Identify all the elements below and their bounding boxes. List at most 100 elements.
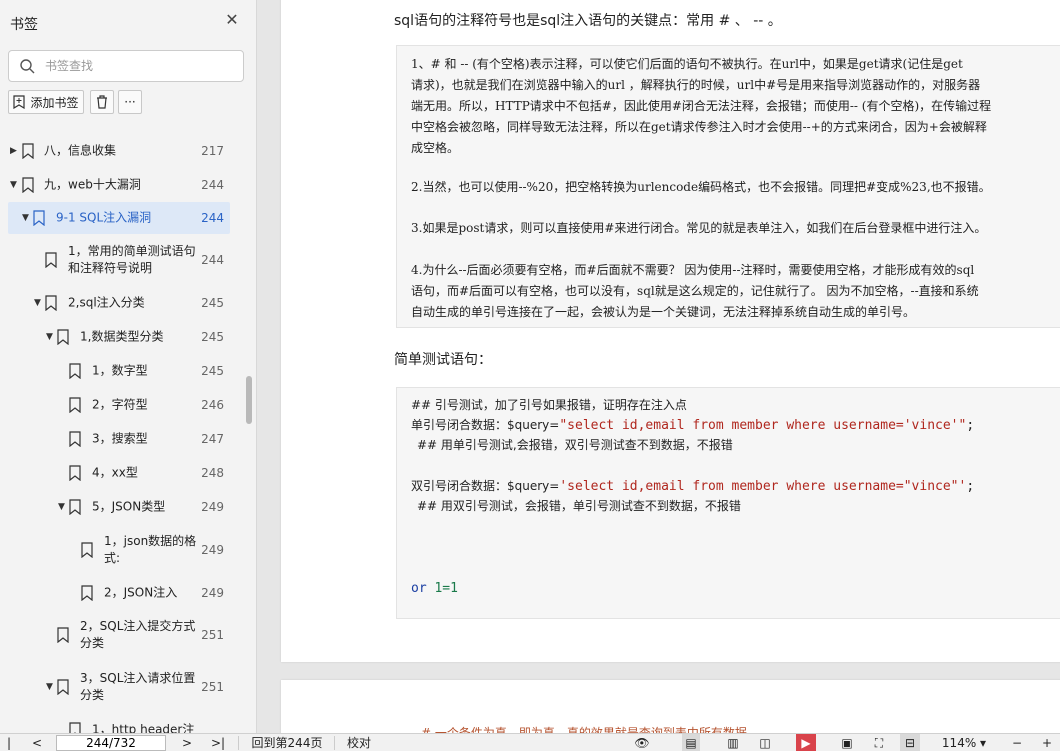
collapse-arrow-icon[interactable]: ▼ bbox=[46, 682, 56, 692]
bookmark-item[interactable]: ▼ 2,sql注入分类 245 bbox=[8, 286, 230, 320]
bookmark-item[interactable]: 2，JSON注入 249 bbox=[8, 576, 230, 610]
bookmark-label: 九，web十大漏洞 bbox=[44, 177, 141, 192]
bookmark-item[interactable]: 1，http header注 bbox=[8, 718, 230, 733]
bookmark-page: 244 bbox=[201, 178, 224, 192]
search-icon bbox=[20, 59, 35, 74]
expand-arrow-icon[interactable]: ▶ bbox=[10, 146, 20, 156]
code-text: ; bbox=[966, 479, 975, 494]
single-page-view-icon[interactable]: ▤ bbox=[682, 734, 700, 751]
bookmark-page: 251 bbox=[201, 680, 224, 694]
bookmark-icon bbox=[57, 329, 69, 345]
eye-icon[interactable]: 👁 bbox=[628, 734, 656, 751]
collapse-arrow-icon[interactable]: ▼ bbox=[10, 180, 20, 190]
zoom-in-icon[interactable]: + bbox=[1040, 734, 1054, 751]
quote-line: 语句，而#后面可以有空格，也可以没有，sql就是这么规定的，记住就行了。 因为不… bbox=[411, 284, 979, 298]
collapse-arrow-icon[interactable]: ▼ bbox=[46, 332, 56, 342]
bookmark-icon bbox=[81, 542, 93, 558]
bookmark-page: 248 bbox=[201, 466, 224, 480]
quote-line: 1、# 和 -- (有个空格)表示注释，可以使它们后面的语句不被执行。在url中… bbox=[411, 57, 963, 71]
status-bar: |< < > >| 回到第244页 校对 👁 ▤ ▥ ◫ ▶ ▣ ⛶ ⊟ 114… bbox=[0, 733, 1060, 751]
bookmark-page: 251 bbox=[201, 628, 224, 642]
fit-width-icon[interactable]: ▣ bbox=[838, 734, 856, 751]
bookmark-label: 1，数字型 bbox=[92, 363, 148, 378]
goto-page-button[interactable]: 回到第244页 bbox=[250, 734, 324, 751]
bookmark-page: 244 bbox=[201, 253, 224, 267]
bookmark-icon bbox=[69, 499, 81, 515]
bookmark-page: 249 bbox=[201, 500, 224, 514]
bookmark-search-box[interactable] bbox=[8, 50, 244, 82]
code-block: ## 引号测试，加了引号如果报错，证明存在注入点 单引号闭合数据：$query=… bbox=[396, 387, 1060, 619]
quote-line: 请求)，也就是我们在浏览器中输入的url ，解释执行的时候，url中#号是用来指… bbox=[411, 78, 981, 92]
collapse-arrow-icon[interactable]: ▼ bbox=[22, 213, 32, 223]
bookmark-item[interactable]: 1，json数据的格 式: 249 bbox=[8, 526, 230, 574]
bookmark-icon bbox=[69, 363, 81, 379]
add-bookmark-icon bbox=[13, 95, 26, 109]
bookmark-search-input[interactable] bbox=[45, 57, 235, 75]
last-page-icon[interactable]: >| bbox=[210, 734, 226, 751]
sidebar-scrollbar[interactable] bbox=[246, 376, 252, 424]
bookmark-item[interactable]: 1，常用的简单测试语句 和注释符号说明 244 bbox=[8, 236, 230, 284]
play-slideshow-icon[interactable]: ▶ bbox=[796, 734, 816, 751]
bookmark-sidebar: 书签 ✕ 添加书签 ··· ▶ 八，信息收集 217 ▼ 九，web十大漏洞 bbox=[0, 0, 257, 733]
close-icon[interactable]: ✕ bbox=[224, 12, 240, 28]
actual-size-icon[interactable]: ⊟ bbox=[900, 734, 920, 751]
collapse-arrow-icon[interactable]: ▼ bbox=[34, 298, 44, 308]
code-comment: ## 引号测试，加了引号如果报错，证明存在注入点 bbox=[411, 398, 687, 412]
code-line: 单引号闭合数据：$query="select id,email from mem… bbox=[411, 416, 974, 435]
bookmark-page: 244 bbox=[201, 211, 224, 225]
section-heading: sql语句的注释符号也是sql注入语句的关键点：常用 # 、 -- 。 bbox=[394, 13, 782, 29]
bookmark-label-line2: 分类 bbox=[80, 636, 105, 650]
bookmark-item[interactable]: ▼ 1,数据类型分类 245 bbox=[8, 320, 230, 354]
bookmark-item[interactable]: 4，xx型 248 bbox=[8, 456, 230, 490]
bookmark-label: 2，JSON注入 bbox=[104, 585, 178, 600]
bookmark-label: 八，信息收集 bbox=[44, 143, 117, 158]
bookmark-item[interactable]: 3，搜索型 247 bbox=[8, 422, 230, 456]
code-expression: 1=1 bbox=[434, 581, 458, 596]
code-line: 双引号闭合数据：$query='select id,email from mem… bbox=[411, 477, 974, 496]
bookmark-item[interactable]: ▶ 八，信息收集 217 bbox=[8, 134, 230, 168]
prev-page-icon[interactable]: < bbox=[30, 734, 44, 751]
bookmark-item-selected[interactable]: ▼ 9-1 SQL注入漏洞 244 bbox=[8, 202, 230, 234]
bookmark-label: 5，JSON类型 bbox=[92, 499, 166, 514]
bookmark-page: 249 bbox=[201, 586, 224, 600]
bookmark-icon bbox=[22, 143, 34, 159]
collapse-arrow-icon[interactable]: ▼ bbox=[58, 502, 68, 512]
bookmark-item[interactable]: 2，字符型 246 bbox=[8, 388, 230, 422]
next-page-icon[interactable]: > bbox=[180, 734, 194, 751]
document-page: sql语句的注释符号也是sql注入语句的关键点：常用 # 、 -- 。 1、# … bbox=[281, 0, 1060, 662]
first-page-icon[interactable]: |< bbox=[2, 734, 16, 751]
bookmark-icon bbox=[69, 722, 81, 733]
bookmark-label: 3，搜索型 bbox=[92, 431, 148, 446]
bookmark-label: 1，http header注 bbox=[92, 722, 195, 734]
code-text: 单引号闭合数据：$query= bbox=[411, 418, 560, 432]
quote-block: 1、# 和 -- (有个空格)表示注释，可以使它们后面的语句不被执行。在url中… bbox=[396, 45, 1060, 328]
bookmark-page: 246 bbox=[201, 398, 224, 412]
code-string: "select id,email from member where usern… bbox=[559, 418, 967, 433]
add-bookmark-button[interactable]: 添加书签 bbox=[8, 90, 84, 114]
bookmark-item[interactable]: ▼ 3，SQL注入请求位置 分类 251 bbox=[8, 664, 230, 710]
quote-line: 成空格。 bbox=[411, 141, 460, 155]
proofread-button[interactable]: 校对 bbox=[344, 734, 374, 751]
continuous-view-icon[interactable]: ▥ bbox=[724, 734, 742, 751]
bookmark-icon bbox=[69, 431, 81, 447]
bookmark-item[interactable]: 2，SQL注入提交方式 分类 251 bbox=[8, 612, 230, 658]
zoom-level-dropdown[interactable]: 114% ▾ bbox=[940, 734, 988, 751]
bookmark-page: 249 bbox=[201, 543, 224, 557]
document-view: sql语句的注释符号也是sql注入语句的关键点：常用 # 、 -- 。 1、# … bbox=[257, 0, 1060, 733]
divider bbox=[334, 736, 335, 750]
bookmark-item[interactable]: ▼ 5，JSON类型 249 bbox=[8, 490, 230, 524]
two-page-view-icon[interactable]: ◫ bbox=[756, 734, 774, 751]
sidebar-title: 书签 bbox=[10, 17, 38, 33]
bookmark-icon bbox=[57, 627, 69, 643]
bookmark-icon bbox=[69, 465, 81, 481]
bookmark-item[interactable]: ▼ 九，web十大漏洞 244 bbox=[8, 168, 230, 202]
fit-page-icon[interactable]: ⛶ bbox=[870, 734, 888, 751]
zoom-out-icon[interactable]: − bbox=[1010, 734, 1024, 751]
bookmark-page: 245 bbox=[201, 364, 224, 378]
bookmark-item[interactable]: 1，数字型 245 bbox=[8, 354, 230, 388]
delete-bookmark-button[interactable] bbox=[90, 90, 114, 114]
more-options-button[interactable]: ··· bbox=[118, 90, 142, 114]
document-page: # 一个条件为真，即为真，真的效果就是查询到表中所有数据 bbox=[281, 680, 1060, 733]
code-text: 双引号闭合数据：$query= bbox=[411, 479, 560, 493]
page-number-input[interactable] bbox=[56, 735, 166, 751]
